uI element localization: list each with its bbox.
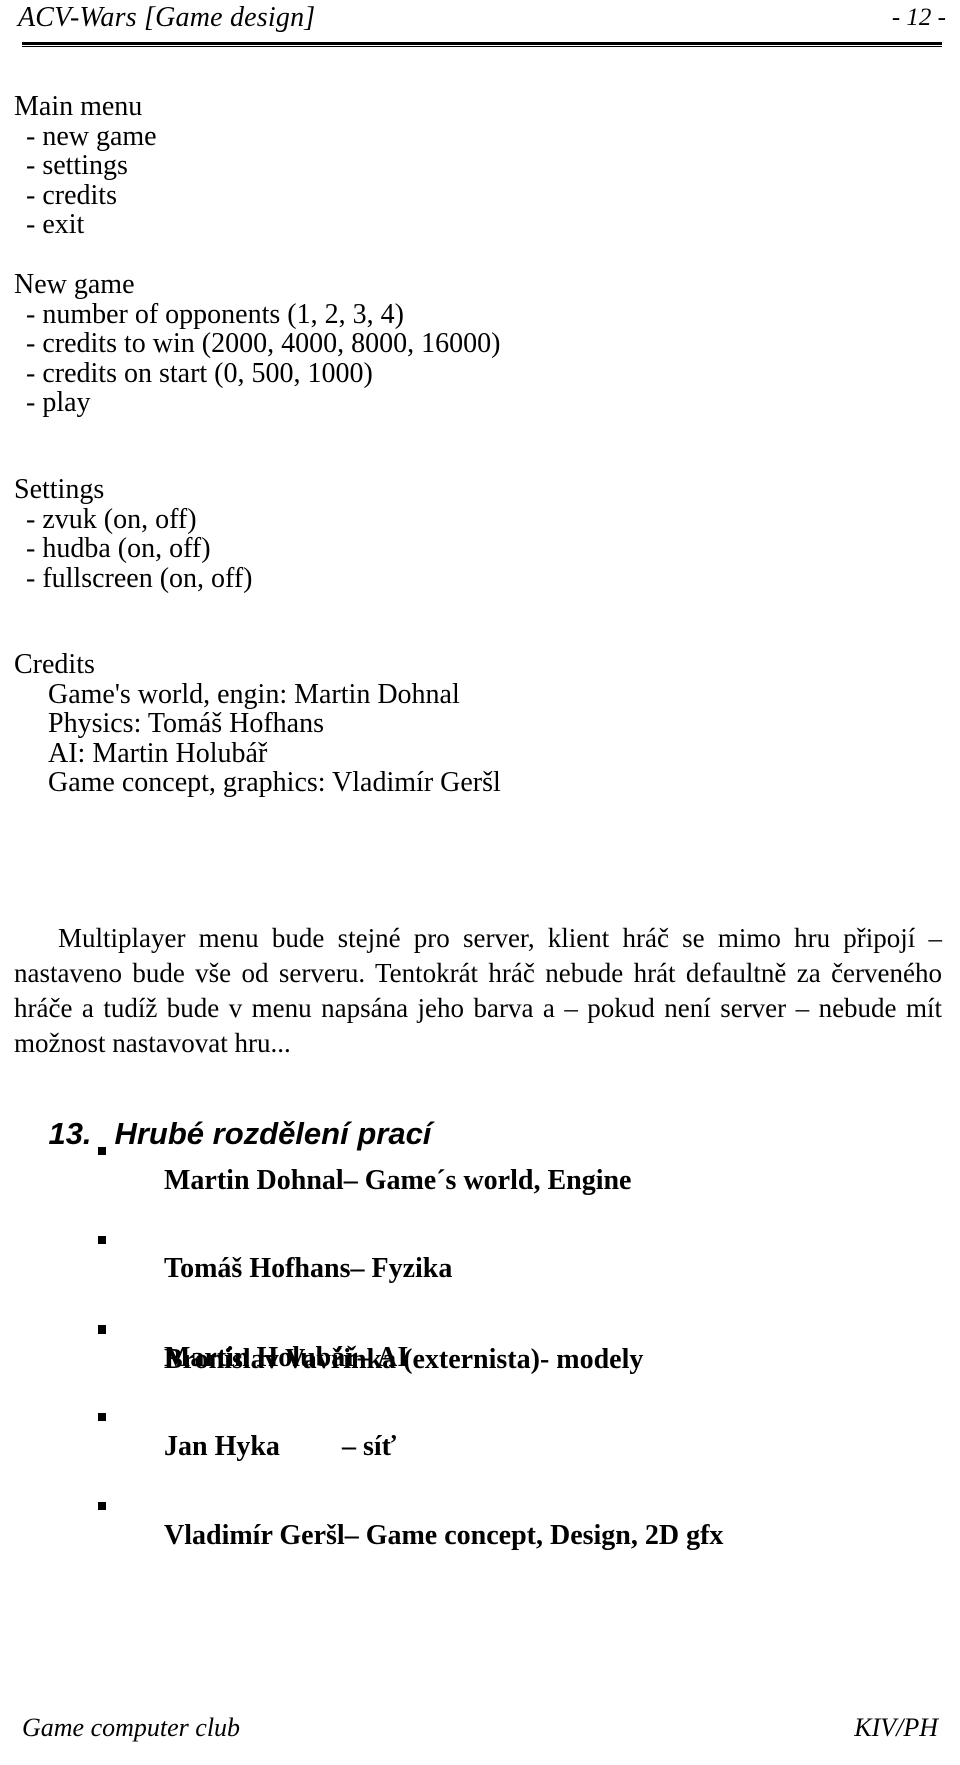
page-header: ACV-Wars [Game design] - 12 - xyxy=(18,2,946,47)
main-menu-item: - new game xyxy=(26,120,157,152)
header-document-title: ACV-Wars [Game design] xyxy=(18,2,316,33)
list-item: Vladimír Geršl– Game concept, Design, 2D… xyxy=(96,1491,723,1580)
square-bullet-icon xyxy=(98,1502,106,1511)
main-menu-heading: Main menu xyxy=(14,91,143,122)
credits-item: Game concept, graphics: Vladimír Geršl xyxy=(48,767,501,799)
paragraph-line: nastaveno bude vše od serveru. Tentokrát… xyxy=(14,958,942,988)
settings-heading: Settings xyxy=(14,474,105,505)
footer-course-code: KIV/PH xyxy=(854,1713,938,1742)
main-menu-item: - exit xyxy=(26,209,85,241)
main-menu-item: - settings xyxy=(26,150,128,182)
external-assignment-list: Bronislav Vavřinka (externista)- modely xyxy=(96,1315,643,1404)
assignment-task: – Game´s world, Engine xyxy=(343,1164,632,1196)
assignee-name: Jan Hyka xyxy=(164,1430,280,1462)
new-game-item: - number of opponents (1, 2, 3, 4) xyxy=(26,298,404,330)
assignee-name: Tomáš Hofhans xyxy=(164,1253,351,1285)
footer-organization: Game computer club xyxy=(22,1713,241,1742)
settings-item: - hudba (on, off) xyxy=(26,533,211,565)
header-divider-rule xyxy=(22,42,942,47)
credits-item: Game's world, engin: Martin Dohnal xyxy=(48,678,460,710)
square-bullet-icon xyxy=(98,1326,106,1334)
multiplayer-note-paragraph: Multiplayer menu bude stejné pro server,… xyxy=(14,921,942,1061)
credits-item: Physics: Tomáš Hofhans xyxy=(48,708,324,740)
square-bullet-icon xyxy=(98,1413,106,1422)
document-page: ACV-Wars [Game design] - 12 - Main menu … xyxy=(0,0,960,1765)
assignment-task: - modely xyxy=(539,1343,644,1375)
settings-item: - fullscreen (on, off) xyxy=(26,562,253,594)
list-item: Tomáš Hofhans– Fyzika xyxy=(96,1225,723,1314)
new-game-item: - credits on start (0, 500, 1000) xyxy=(26,357,373,389)
new-game-item: - play xyxy=(26,387,91,419)
header-page-number: - 12 - xyxy=(891,4,946,31)
main-menu-item: - credits xyxy=(26,179,117,211)
main-menu-block: Main menu - new game - settings - credit… xyxy=(14,92,157,240)
assignment-task: – Fyzika xyxy=(350,1253,453,1285)
list-item: Bronislav Vavřinka (externista)- modely xyxy=(96,1315,643,1404)
settings-block: Settings - zvuk (on, off) - hudba (on, o… xyxy=(14,475,253,593)
credits-heading: Credits xyxy=(14,649,95,680)
assignment-task: – Game concept, Design, 2D gfx xyxy=(344,1519,724,1551)
assignment-task: – síť xyxy=(342,1430,397,1462)
paragraph-line: Multiplayer menu bude stejné pro server,… xyxy=(58,923,942,953)
square-bullet-icon xyxy=(98,1147,106,1155)
page-footer: Game computer club KIV/PH xyxy=(22,1713,938,1747)
new-game-block: New game - number of opponents (1, 2, 3,… xyxy=(14,270,500,418)
assignee-name: Martin Dohnal xyxy=(164,1164,344,1196)
assignee-name: Bronislav Vavřinka (externista) xyxy=(164,1343,540,1375)
credits-block: Credits Game's world, engin: Martin Dohn… xyxy=(14,650,501,798)
list-item: Martin Dohnal– Game´s world, Engine xyxy=(96,1136,723,1225)
paragraph-line: možnost nastavovat hru... xyxy=(14,1028,291,1058)
credits-item: AI: Martin Holubář xyxy=(48,737,268,769)
square-bullet-icon xyxy=(98,1235,106,1244)
new-game-item: - credits to win (2000, 4000, 8000, 1600… xyxy=(26,328,501,360)
settings-item: - zvuk (on, off) xyxy=(26,503,197,535)
new-game-heading: New game xyxy=(14,269,135,300)
paragraph-line: hráče a tudíž bude v menu napsána jeho b… xyxy=(14,993,942,1023)
assignee-name: Vladimír Geršl xyxy=(164,1519,345,1551)
list-item: Jan Hyka – síť xyxy=(96,1402,723,1491)
